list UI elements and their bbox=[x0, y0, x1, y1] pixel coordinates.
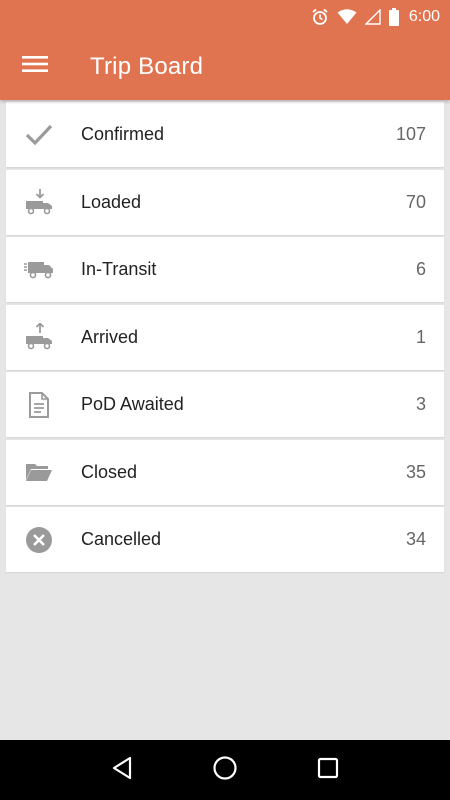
status-count: 35 bbox=[405, 461, 426, 482]
status-label: Confirmed bbox=[81, 124, 165, 144]
status-count: 1 bbox=[415, 326, 426, 347]
wifi-icon bbox=[337, 8, 357, 25]
cell-signal-icon bbox=[364, 8, 381, 25]
trip-status-confirmed[interactable]: Confirmed 107 bbox=[6, 102, 444, 167]
status-count: 70 bbox=[405, 191, 426, 212]
trip-status-in-transit[interactable]: In-Transit 6 bbox=[6, 237, 444, 302]
status-count: 107 bbox=[395, 124, 426, 144]
home-circle-icon bbox=[212, 755, 238, 786]
folder-open-icon bbox=[6, 461, 72, 483]
status-label: Cancelled bbox=[81, 529, 162, 549]
status-count: 3 bbox=[415, 394, 426, 414]
status-label: Arrived bbox=[81, 326, 139, 347]
back-button[interactable] bbox=[102, 750, 142, 790]
status-label: Loaded bbox=[81, 191, 142, 212]
hamburger-menu-icon bbox=[22, 54, 48, 79]
trip-status-cancelled[interactable]: Cancelled 34 bbox=[6, 507, 444, 572]
status-label: PoD Awaited bbox=[81, 394, 184, 414]
recents-button[interactable] bbox=[308, 750, 348, 790]
status-label: Closed bbox=[81, 461, 138, 482]
status-label: In-Transit bbox=[81, 259, 157, 279]
status-count: 34 bbox=[405, 529, 426, 549]
checkmark-icon bbox=[6, 123, 72, 147]
cancel-circle-icon bbox=[6, 526, 72, 554]
trip-status-arrived[interactable]: Arrived 1 bbox=[6, 304, 444, 370]
trip-status-loaded[interactable]: Loaded 70 bbox=[6, 169, 444, 235]
status-bar: 6:00 bbox=[0, 0, 450, 33]
truck-unloading-icon bbox=[6, 323, 72, 351]
recents-square-icon bbox=[317, 757, 339, 784]
truck-loading-icon bbox=[6, 188, 72, 216]
page-title: Trip Board bbox=[90, 52, 204, 80]
document-icon bbox=[6, 391, 72, 419]
menu-button[interactable] bbox=[0, 33, 70, 100]
truck-moving-icon bbox=[6, 259, 72, 281]
battery-icon bbox=[388, 7, 399, 26]
app-bar: Trip Board bbox=[0, 33, 450, 100]
trip-status-list: Confirmed 107 Loaded 70 In-Transit 6 Arr… bbox=[6, 102, 444, 575]
trip-status-closed[interactable]: Closed 35 bbox=[6, 439, 444, 505]
system-nav-bar bbox=[0, 740, 450, 800]
status-time: 6:00 bbox=[408, 7, 440, 25]
back-triangle-icon bbox=[111, 756, 133, 785]
home-button[interactable] bbox=[205, 750, 245, 790]
status-count: 6 bbox=[415, 259, 426, 279]
alarm-icon bbox=[311, 8, 329, 26]
trip-status-pod-awaited[interactable]: PoD Awaited 3 bbox=[6, 372, 444, 437]
